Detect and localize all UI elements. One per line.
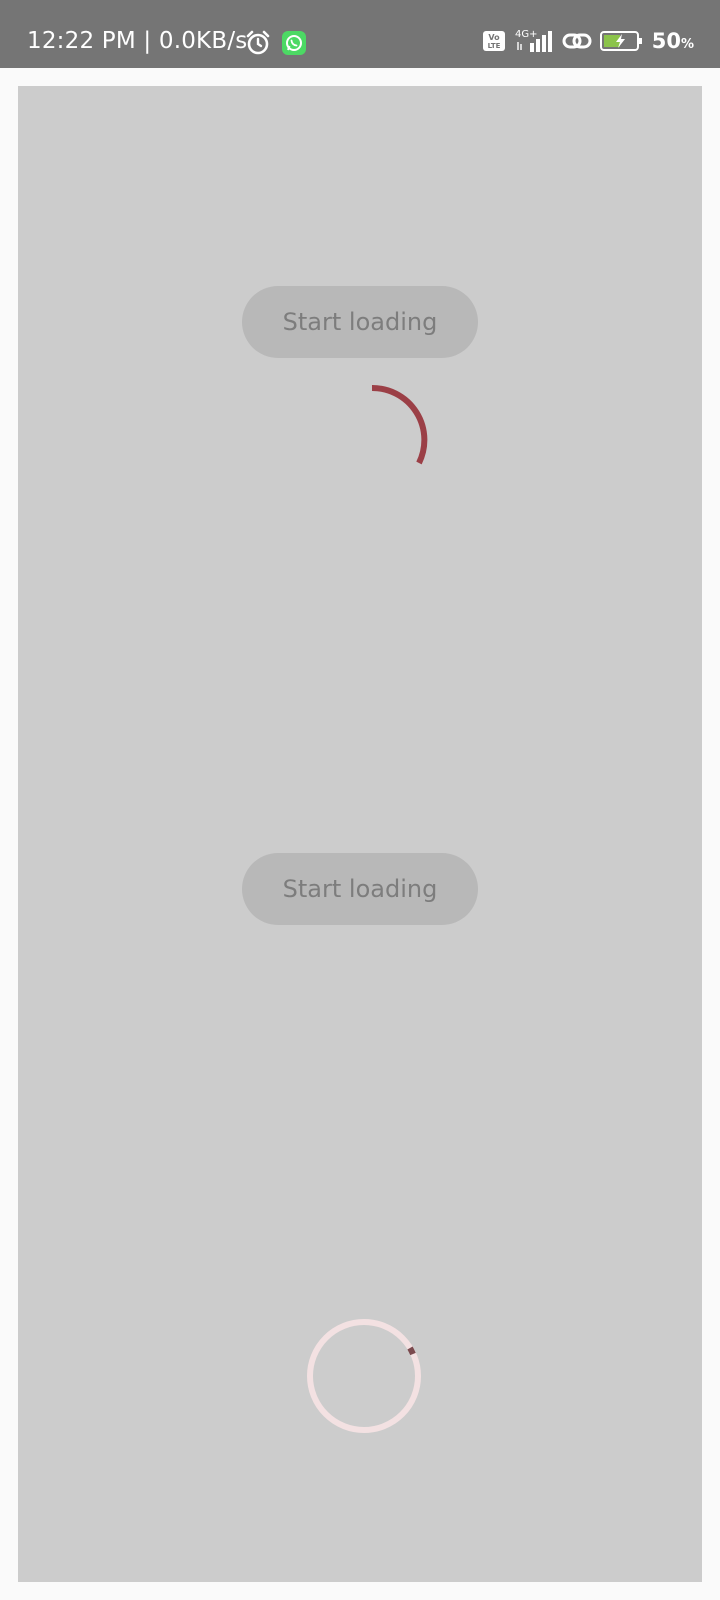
start-loading-button[interactable]: Start loading [242, 286, 478, 358]
determinate-progress-ring-icon [307, 1319, 421, 1433]
main-content: Start loading Start loading [18, 86, 702, 1582]
status-left-icons [244, 29, 306, 57]
status-right-icons: Vo LTE 4G+ 50% [482, 28, 694, 54]
alarm-icon [244, 29, 272, 57]
network-type-label: 4G+ [515, 29, 538, 40]
battery-charging-icon [599, 29, 644, 53]
signal-icon: 4G+ [514, 28, 554, 54]
start-loading-button-2[interactable]: Start loading [242, 853, 478, 925]
volte-icon: Vo LTE [482, 30, 506, 52]
indeterminate-spinner-icon [371, 384, 428, 465]
svg-text:Vo: Vo [488, 33, 500, 42]
status-bar: 12:22 PM | 0.0KB/s Vo LTE 4G+ 50% [0, 0, 720, 68]
battery-percent: 50% [651, 29, 694, 53]
link-icon [562, 29, 592, 53]
svg-text:LTE: LTE [487, 42, 500, 50]
whatsapp-icon [282, 31, 306, 55]
status-time: 12:22 PM | 0.0KB/s [27, 28, 248, 54]
